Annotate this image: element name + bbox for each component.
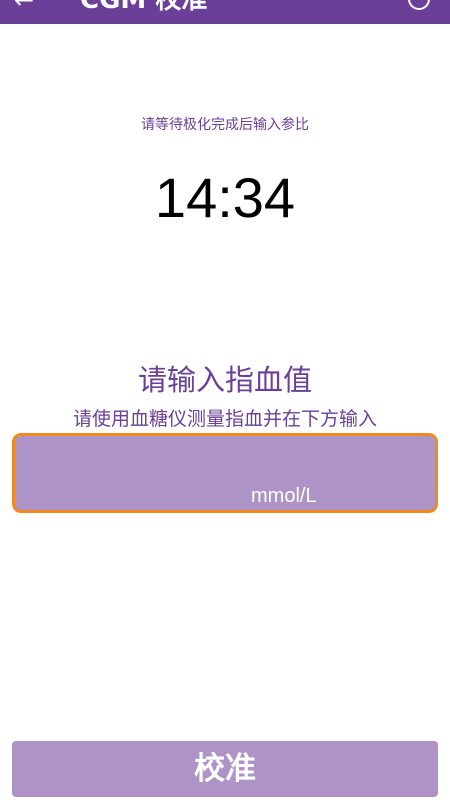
fingerstick-hint: 请使用血糖仪测量指血并在下方输入: [72, 408, 377, 430]
back-arrow-icon[interactable]: ←: [14, 0, 34, 12]
glucose-value-input[interactable]: [25, 446, 249, 498]
fingerstick-heading: 请输入指血值: [137, 363, 312, 397]
help-icon[interactable]: [408, 0, 430, 10]
glucose-input-field[interactable]: mmol/L: [12, 433, 438, 513]
page-title: CGM 校准: [80, 0, 208, 15]
glucose-unit-label: mmol/L: [251, 485, 317, 507]
calibrate-button[interactable]: 校准: [12, 741, 438, 797]
countdown-timer: 14:34: [154, 166, 296, 229]
polarization-instruction: 请等待极化完成后输入参比: [141, 117, 309, 133]
app-header: ← CGM 校准: [0, 0, 450, 24]
